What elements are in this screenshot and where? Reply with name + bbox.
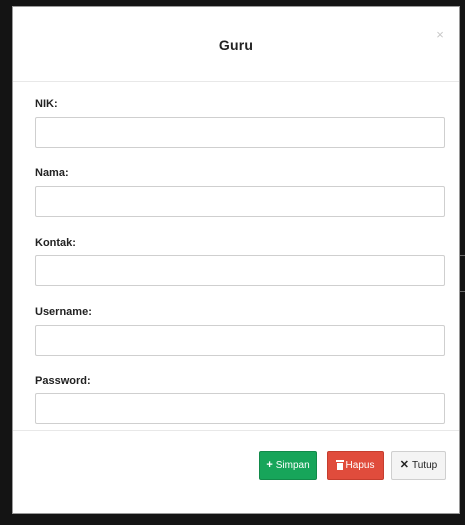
kontak-label: Kontak:	[35, 237, 76, 249]
trash-icon	[335, 460, 344, 470]
x-icon: ✕	[399, 459, 409, 471]
save-button-label: Simpan	[275, 460, 310, 471]
plus-icon: +	[266, 459, 273, 471]
nama-label: Nama:	[35, 167, 69, 179]
guru-modal: Guru × NIK: Nama: Kontak: Username: Pass…	[12, 6, 460, 514]
nik-label: NIK:	[35, 98, 58, 110]
password-label: Password:	[35, 375, 91, 387]
close-x-button[interactable]: ×	[433, 28, 447, 42]
save-button[interactable]: + Simpan	[259, 451, 317, 480]
delete-button[interactable]: Hapus	[327, 451, 384, 480]
modal-title: Guru	[218, 37, 254, 53]
close-button-label: Tutup	[412, 460, 438, 471]
close-button[interactable]: ✕ Tutup	[391, 451, 446, 480]
username-input[interactable]	[35, 325, 445, 356]
modal-header: Guru ×	[13, 7, 459, 82]
username-label: Username:	[35, 306, 92, 318]
password-input[interactable]	[35, 393, 445, 424]
delete-button-label: Hapus	[345, 460, 375, 471]
kontak-input[interactable]	[35, 255, 445, 286]
nik-input[interactable]	[35, 117, 445, 148]
nama-input[interactable]	[35, 186, 445, 217]
